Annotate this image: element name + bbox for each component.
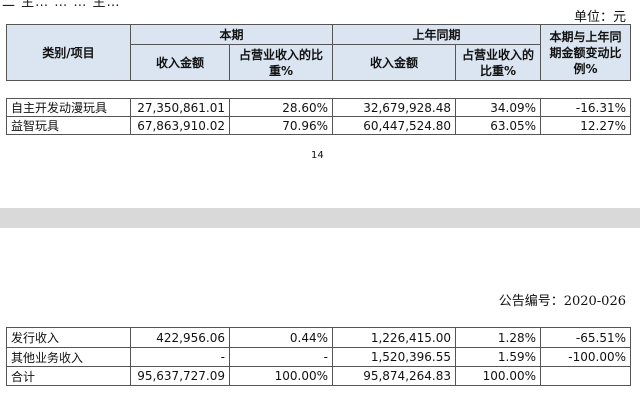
table-row: 自主开发动漫玩具 27,350,861.01 28.60% 32,679,928… <box>6 98 631 117</box>
page-bottom: 公告编号：2020-026 发行收入 422,956.06 0.44% 1,22… <box>0 228 640 401</box>
cell-prev-share: 100.00% <box>455 366 541 386</box>
cell-cur-amount: - <box>130 347 230 367</box>
cell-prev-share: 1.28% <box>455 327 541 348</box>
cell-cur-amount: 422,956.06 <box>130 327 230 348</box>
cell-cur-amount: 95,637,727.09 <box>130 366 230 386</box>
revenue-table-body-top: 自主开发动漫玩具 27,350,861.01 28.60% 32,679,928… <box>6 98 631 135</box>
table-row: 益智玩具 67,863,910.02 70.96% 60,447,524.80 … <box>6 116 631 135</box>
cell-cur-share: 70.96% <box>229 116 333 135</box>
header-current-period: 本期 <box>129 24 334 45</box>
cell-prev-amount: 1,226,415.00 <box>332 327 456 348</box>
table-row: 其他业务收入 - - 1,520,396.55 1.59% -100.00% <box>6 347 631 367</box>
cut-off-heading: 二 主… … … 主… <box>2 0 121 10</box>
cell-prev-share: 34.09% <box>455 98 541 117</box>
header-category: 类别/项目 <box>6 24 131 81</box>
header-prev-share: 占营业收入的比重% <box>455 44 542 81</box>
cell-change: -16.31% <box>540 98 631 117</box>
cell-prev-amount: 32,679,928.48 <box>332 98 456 117</box>
cell-category: 益智玩具 <box>6 116 131 135</box>
cell-category: 合计 <box>6 366 131 386</box>
cell-prev-share: 63.05% <box>455 116 541 135</box>
cell-prev-amount: 60,447,524.80 <box>332 116 456 135</box>
announcement-code: 公告编号：2020-026 <box>498 294 626 309</box>
header-cur-share: 占营业收入的比重% <box>228 44 334 81</box>
page-number: 14 <box>311 150 324 161</box>
cell-change: -100.00% <box>540 347 631 367</box>
cell-prev-amount: 1,520,396.55 <box>332 347 456 367</box>
cell-prev-amount: 95,874,264.83 <box>332 366 456 386</box>
cell-category: 发行收入 <box>6 327 131 348</box>
revenue-table: 类别/项目 本期 上年同期 本期与上年同期金额变动比例% 收入金额 占营业收入的… <box>6 24 632 81</box>
header-cur-amount: 收入金额 <box>130 44 230 81</box>
cell-change: -65.51% <box>540 327 631 348</box>
page-top: 二 主… … … 主… 单位：元 类别/项目 本期 上年同期 本期与上年同期金额… <box>0 0 640 208</box>
cell-change <box>540 366 631 386</box>
cell-cur-share: - <box>229 347 333 367</box>
header-prev-amount: 收入金额 <box>332 44 457 81</box>
cell-cur-amount: 67,863,910.02 <box>130 116 230 135</box>
page-separator <box>0 208 640 228</box>
cell-cur-share: 28.60% <box>229 98 333 117</box>
cell-change: 12.27% <box>540 116 631 135</box>
cell-cur-share: 100.00% <box>229 366 333 386</box>
cell-category: 自主开发动漫玩具 <box>6 98 131 117</box>
cell-cur-amount: 27,350,861.01 <box>130 98 230 117</box>
unit-label: 单位：元 <box>573 10 626 25</box>
table-row: 发行收入 422,956.06 0.44% 1,226,415.00 1.28%… <box>6 327 631 348</box>
cell-category: 其他业务收入 <box>6 347 131 367</box>
table-row-total: 合计 95,637,727.09 100.00% 95,874,264.83 1… <box>6 366 631 386</box>
header-prior-period: 上年同期 <box>332 24 542 45</box>
cell-cur-share: 0.44% <box>229 327 333 348</box>
revenue-table-continued: 发行收入 422,956.06 0.44% 1,226,415.00 1.28%… <box>6 327 631 386</box>
cell-prev-share: 1.59% <box>455 347 541 367</box>
header-change: 本期与上年同期金额变动比例% <box>540 24 632 81</box>
